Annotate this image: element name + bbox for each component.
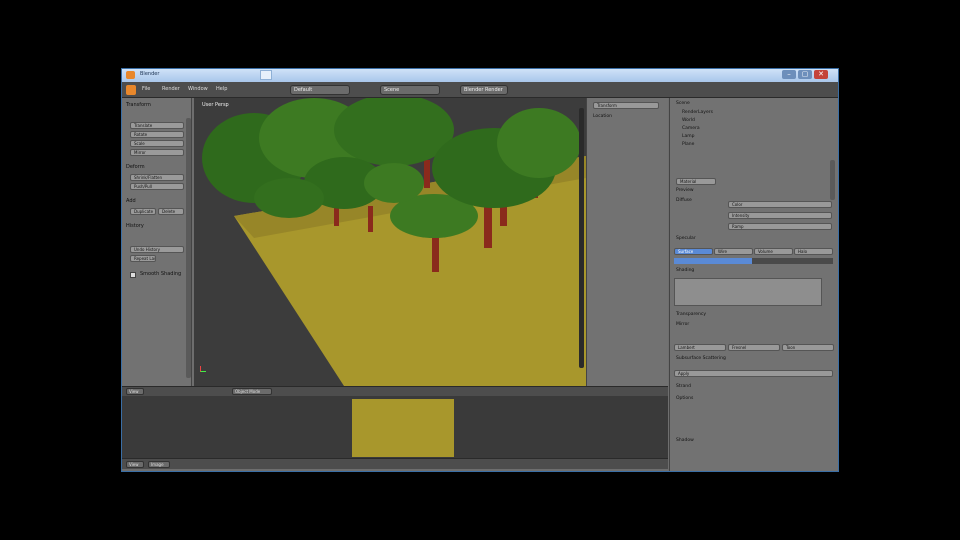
outliner-item[interactable]: RenderLayers bbox=[682, 110, 713, 118]
menu-help[interactable]: Help bbox=[216, 86, 227, 94]
section-strand[interactable]: Strand bbox=[676, 384, 691, 392]
vp-view-menu[interactable]: View bbox=[126, 388, 144, 395]
section-mirror[interactable]: Mirror bbox=[676, 322, 689, 330]
shrink-flatten-button[interactable]: Shrink/Flatten bbox=[130, 174, 184, 181]
menu-file[interactable]: File bbox=[142, 86, 150, 94]
progress-fill bbox=[674, 258, 752, 264]
close-button[interactable]: ✕ bbox=[814, 70, 828, 79]
window-tab[interactable] bbox=[260, 70, 272, 80]
outliner-item[interactable]: Scene bbox=[676, 101, 690, 109]
axis-gizmo-icon bbox=[200, 366, 206, 372]
npanel-transform-header[interactable]: Transform bbox=[593, 102, 659, 109]
viewport-header: View Object Mode bbox=[122, 386, 668, 396]
outliner-item[interactable]: Lamp bbox=[682, 134, 695, 142]
viewport-scrollbar[interactable] bbox=[579, 108, 584, 368]
section-transparency[interactable]: Transparency bbox=[676, 312, 706, 320]
grass-texture-image bbox=[352, 399, 454, 457]
panel-title-history[interactable]: History bbox=[126, 223, 144, 231]
panel-title-transform[interactable]: Transform bbox=[126, 102, 151, 110]
mirror-button[interactable]: Mirror bbox=[130, 149, 184, 156]
section-subsurface[interactable]: Subsurface Scattering bbox=[676, 356, 726, 364]
properties-region: Transform Location bbox=[586, 98, 668, 386]
push-pull-button[interactable]: Push/Pull bbox=[130, 183, 184, 190]
rotate-button[interactable]: Rotate bbox=[130, 131, 184, 138]
section-shadow[interactable]: Shadow bbox=[676, 438, 694, 446]
section-shading[interactable]: Shading bbox=[676, 268, 694, 276]
lambert-button[interactable]: Lambert bbox=[674, 344, 726, 351]
toolshelf-scrollbar[interactable] bbox=[186, 118, 191, 378]
smooth-shading-checkbox[interactable] bbox=[130, 272, 136, 278]
outliner-item[interactable]: World bbox=[682, 118, 695, 126]
outliner-item[interactable]: Camera bbox=[682, 126, 700, 134]
toon-button[interactable]: Toon bbox=[782, 344, 834, 351]
outliner-item[interactable]: Plane bbox=[682, 142, 694, 150]
repeat-last-button[interactable]: Repeat Last bbox=[130, 255, 156, 262]
undo-history-button[interactable]: Undo History bbox=[130, 246, 184, 253]
tab-wire[interactable]: Wire bbox=[714, 248, 753, 255]
section-options[interactable]: Options bbox=[676, 396, 693, 404]
panel-title-deform[interactable]: Deform bbox=[126, 164, 145, 172]
image-menu[interactable]: Image bbox=[148, 461, 170, 468]
window-title: Blender bbox=[140, 71, 160, 77]
3d-viewport[interactable]: User Persp bbox=[194, 98, 586, 386]
section-diffuse[interactable]: Diffuse bbox=[676, 198, 692, 206]
fresnel-button[interactable]: Fresnel bbox=[728, 344, 780, 351]
ramp-field[interactable]: Ramp bbox=[728, 223, 832, 230]
tab-volume[interactable]: Volume bbox=[754, 248, 793, 255]
mode-select[interactable]: Object Mode bbox=[232, 388, 272, 395]
ramp-preview[interactable] bbox=[674, 278, 822, 306]
scene-render bbox=[202, 98, 586, 386]
panel-title-add[interactable]: Add bbox=[126, 198, 136, 206]
menu-render[interactable]: Render bbox=[162, 86, 180, 94]
image-editor-header: View Image bbox=[122, 458, 668, 469]
blender-window: Blender – ▢ ✕ File Render Window Help De… bbox=[121, 68, 839, 472]
progress-bar bbox=[674, 258, 833, 264]
minimize-button[interactable]: – bbox=[782, 70, 796, 79]
section-specular[interactable]: Specular bbox=[676, 236, 696, 244]
outliner: Scene RenderLayers World Camera Lamp Pla… bbox=[669, 98, 838, 158]
color-field[interactable]: Color bbox=[728, 201, 832, 208]
image-view-menu[interactable]: View bbox=[126, 461, 144, 468]
material-name-field[interactable]: Material bbox=[676, 178, 716, 185]
tab-surface[interactable]: Surface bbox=[674, 248, 713, 255]
delete-button[interactable]: Delete bbox=[158, 208, 184, 215]
properties-scrollbar[interactable] bbox=[830, 160, 835, 200]
properties-editor: Material Preview Diffuse Color Intensity… bbox=[669, 158, 838, 471]
translate-button[interactable]: Translate bbox=[130, 122, 184, 129]
intensity-field[interactable]: Intensity bbox=[728, 212, 832, 219]
info-header: File Render Window Help Default Scene Bl… bbox=[122, 82, 838, 98]
render-engine-select[interactable]: Blender Render bbox=[460, 85, 508, 95]
scale-button[interactable]: Scale bbox=[130, 140, 184, 147]
tool-shelf: Transform Translate Rotate Scale Mirror … bbox=[122, 98, 192, 386]
editor-type-icon[interactable] bbox=[126, 85, 136, 95]
tab-halo[interactable]: Halo bbox=[794, 248, 833, 255]
smooth-shading-label: Smooth Shading bbox=[140, 271, 182, 277]
section-preview[interactable]: Preview bbox=[676, 188, 694, 196]
apply-button[interactable]: Apply bbox=[674, 370, 833, 377]
screen-layout-select[interactable]: Default bbox=[290, 85, 350, 95]
scene-select[interactable]: Scene bbox=[380, 85, 440, 95]
viewport-label: User Persp bbox=[202, 102, 229, 108]
menu-window[interactable]: Window bbox=[188, 86, 208, 94]
maximize-button[interactable]: ▢ bbox=[798, 70, 812, 79]
blender-logo-icon bbox=[126, 71, 135, 79]
npanel-line: Location bbox=[593, 114, 613, 119]
window-titlebar: Blender – ▢ ✕ bbox=[122, 69, 838, 82]
duplicate-button[interactable]: Duplicate bbox=[130, 208, 156, 215]
